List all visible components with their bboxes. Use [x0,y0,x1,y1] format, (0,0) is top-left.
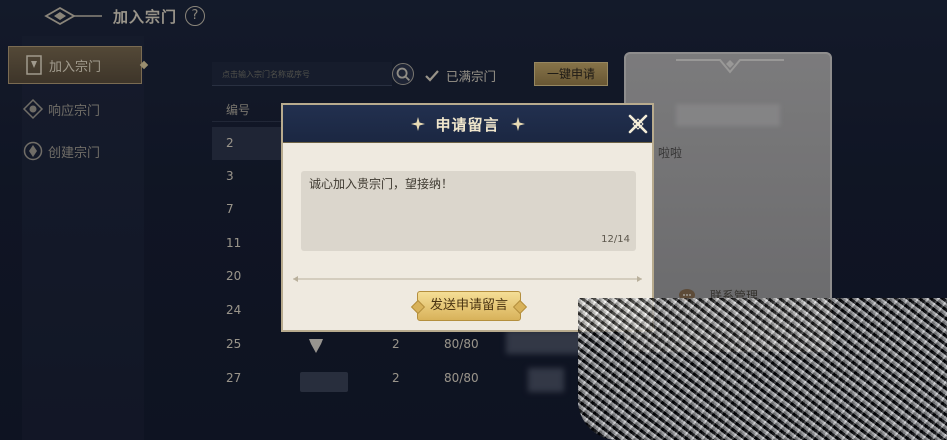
divider [293,276,642,282]
message-text: 诚心加入贵宗门，望接纳！ [309,177,454,191]
sparkle-icon [511,117,525,131]
message-textarea[interactable]: 诚心加入贵宗门，望接纳！ 12/14 [301,171,636,251]
redacted-noise-area [578,298,947,440]
dialog-title: 申请留言 [435,116,500,134]
close-icon[interactable] [627,113,649,135]
send-message-button[interactable]: 发送申请留言 [417,291,521,321]
dialog-header: 申请留言 [283,105,652,143]
char-counter: 12/14 [601,234,630,245]
